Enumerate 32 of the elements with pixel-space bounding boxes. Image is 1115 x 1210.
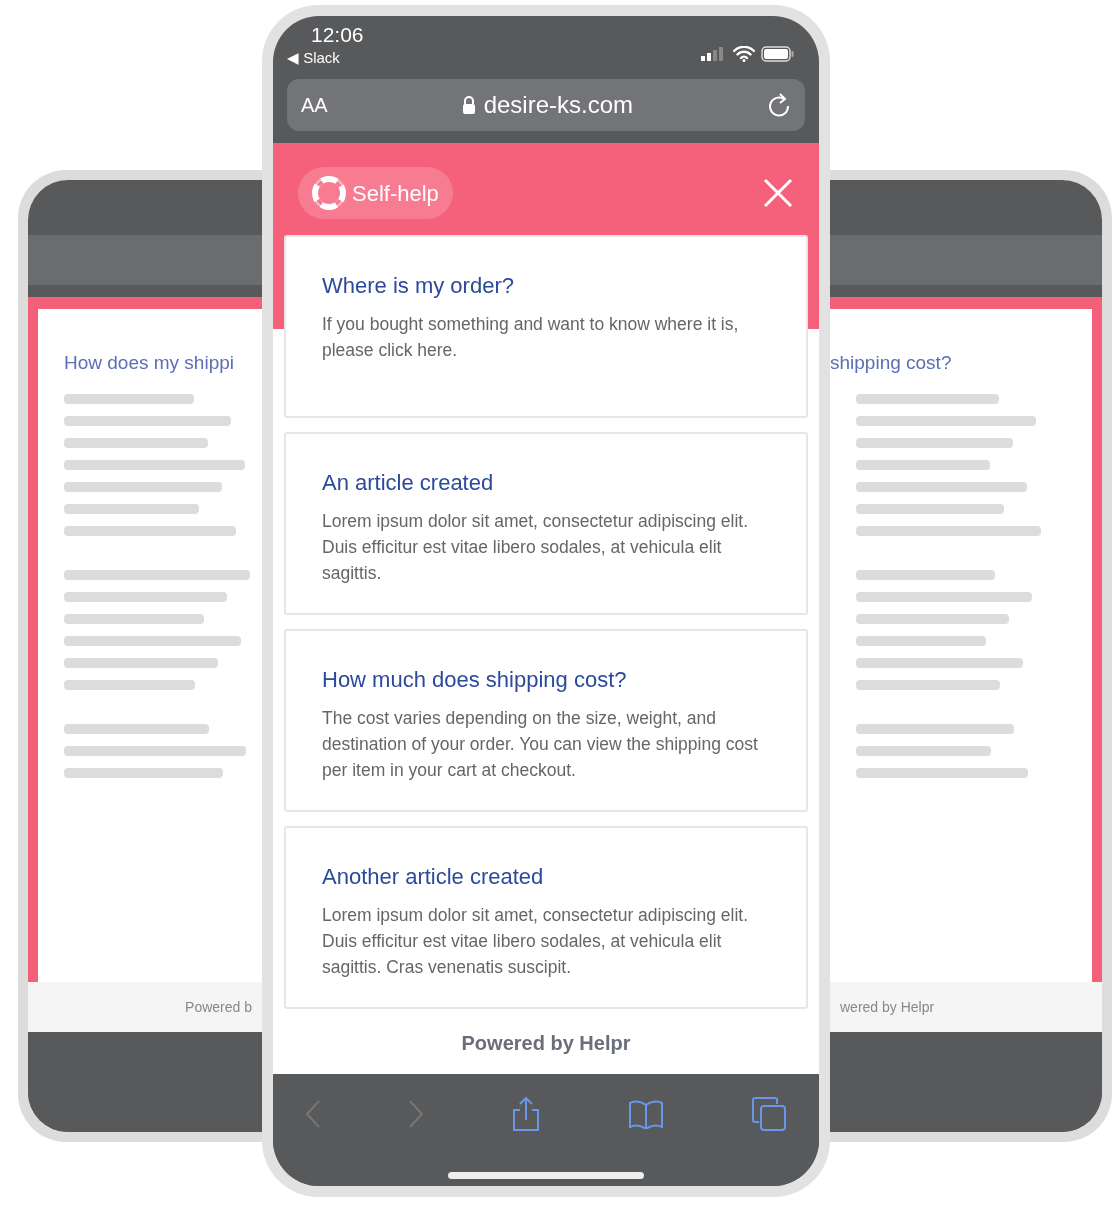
article-summary: Lorem ipsum dolor sit amet, consectetur adipiscing elit. Duis efficitur est vitae libero sodales, at vehicula elit sagittis. bbox=[322, 510, 750, 585]
tabs-icon[interactable] bbox=[751, 1096, 787, 1132]
wifi-icon bbox=[733, 45, 755, 62]
url-text: desire-ks.com bbox=[483, 90, 634, 120]
back-to-app-link[interactable]: ◀ Slack bbox=[287, 48, 364, 68]
article-title: An article created bbox=[322, 470, 495, 496]
status-time: 12:06 bbox=[310, 22, 364, 48]
battery-icon bbox=[761, 45, 795, 62]
text-size-button[interactable]: AA bbox=[301, 90, 328, 120]
self-help-badge: Self-help bbox=[298, 167, 453, 219]
close-icon[interactable] bbox=[762, 177, 794, 209]
reload-icon[interactable] bbox=[767, 92, 791, 118]
article-card[interactable]: An article created Lorem ipsum dolor sit amet, consectetur adipiscing elit. Duis efficitur est vitae libero sodales, at vehicula elit sagittis. bbox=[284, 432, 808, 615]
article-title: How much does shipping cost? bbox=[322, 667, 628, 693]
article-summary: The cost varies depending on the size, weight, and destination of your order. You can view the shipping cost per item in your cart at checkout. bbox=[322, 707, 759, 782]
article-card[interactable]: Where is my order? If you bought something and want to know where it is, please click here. bbox=[284, 235, 808, 418]
powered-by-text: Powered b bbox=[185, 997, 252, 1017]
powered-by-text: wered by Helpr bbox=[840, 997, 935, 1017]
share-icon[interactable] bbox=[511, 1096, 541, 1132]
lock-icon bbox=[461, 96, 476, 114]
book-icon[interactable] bbox=[628, 1099, 664, 1129]
address-bar[interactable]: AA desire-ks.com bbox=[287, 79, 805, 131]
article-heading: How does my shippi bbox=[64, 351, 236, 375]
article-card[interactable]: Another article created Lorem ipsum dolor sit amet, consectetur adipiscing elit. Duis efficitur est vitae libero sodales, at vehicula elit sagittis. Cras venenatis suscipit. bbox=[284, 826, 808, 1009]
article-title: Where is my order? bbox=[322, 273, 515, 299]
article-summary: Lorem ipsum dolor sit amet, consectetur adipiscing elit. Duis efficitur est vitae libero sodales, at vehicula elit sagittis. Cras venenatis suscipit. bbox=[322, 904, 750, 979]
lifebuoy-icon bbox=[312, 176, 346, 210]
article-card[interactable]: How much does shipping cost? The cost varies depending on the size, weight, and destination of your order. You can view the shipping cost per item in your cart at checkout. bbox=[284, 629, 808, 812]
powered-by-text: Powered by Helpr bbox=[461, 1031, 631, 1056]
article-summary: If you bought something and want to know where it is, please click here. bbox=[322, 313, 740, 362]
article-heading: shipping cost? bbox=[830, 351, 952, 375]
article-title: Another article created bbox=[322, 864, 545, 890]
